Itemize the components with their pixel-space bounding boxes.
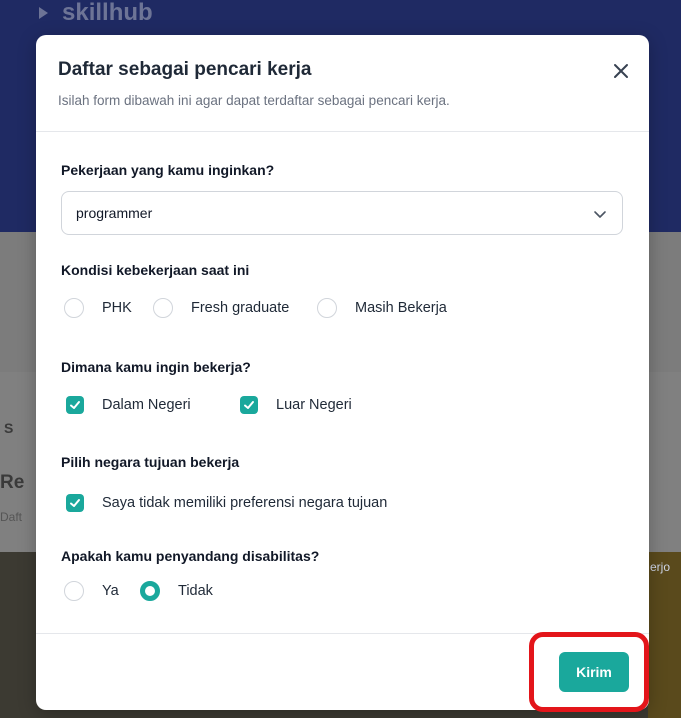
radio-button[interactable] <box>317 298 337 318</box>
job-label: Pekerjaan yang kamu inginkan? <box>61 162 275 178</box>
modal-subtitle: Isilah form dibawah ini agar dapat terda… <box>58 93 450 108</box>
check-icon <box>70 499 80 507</box>
job-select-value: programmer <box>76 205 153 221</box>
checkbox-label: Luar Negeri <box>276 397 352 413</box>
check-icon <box>244 401 254 409</box>
radio-label: Fresh graduate <box>191 300 290 316</box>
checkbox[interactable] <box>66 494 84 512</box>
radio-tidak[interactable]: Tidak <box>140 581 213 601</box>
highlight-box <box>529 632 649 712</box>
radio-label: Tidak <box>178 583 213 599</box>
job-select[interactable]: programmer <box>61 191 623 235</box>
radio-label: Ya <box>102 583 119 599</box>
modal-header: Daftar sebagai pencari kerja Isilah form… <box>36 35 649 132</box>
radio-ya[interactable]: Ya <box>64 581 119 601</box>
skillhub-logo: skillhub <box>36 0 153 26</box>
radio-button[interactable] <box>153 298 173 318</box>
radio-label: PHK <box>102 300 132 316</box>
bg-image-right <box>648 552 681 718</box>
radio-masih-bekerja[interactable]: Masih Bekerja <box>317 298 447 318</box>
checkbox-dalam-negeri[interactable]: Dalam Negeri <box>66 396 191 414</box>
logo-chevron-icon <box>39 7 48 19</box>
radio-button[interactable] <box>64 298 84 318</box>
radio-phk[interactable]: PHK <box>64 298 132 318</box>
chevron-down-icon <box>594 211 606 218</box>
radio-fresh-graduate[interactable]: Fresh graduate <box>153 298 289 318</box>
modal-title: Daftar sebagai pencari kerja <box>58 59 312 80</box>
checkbox-no-preference[interactable]: Saya tidak memiliki preferensi negara tu… <box>66 494 387 512</box>
radio-label: Masih Bekerja <box>355 300 447 316</box>
checkbox[interactable] <box>66 396 84 414</box>
checkbox-label: Saya tidak memiliki preferensi negara tu… <box>102 495 388 511</box>
logo-text: skillhub <box>62 0 153 26</box>
disability-label: Apakah kamu penyandang disabilitas? <box>61 548 320 564</box>
register-modal: Daftar sebagai pencari kerja Isilah form… <box>36 35 649 710</box>
bg-fragment: Re <box>0 472 25 493</box>
employment-label: Kondisi kebekerjaan saat ini <box>61 262 250 278</box>
bg-fragment: S <box>4 420 14 436</box>
close-icon[interactable] <box>609 59 633 83</box>
check-icon <box>70 401 80 409</box>
radio-button-selected[interactable] <box>140 581 160 601</box>
location-label: Dimana kamu ingin bekerja? <box>61 359 251 375</box>
country-label: Pilih negara tujuan bekerja <box>61 454 240 470</box>
checkbox-label: Dalam Negeri <box>102 397 191 413</box>
checkbox-luar-negeri[interactable]: Luar Negeri <box>240 396 352 414</box>
bg-fragment: Daft <box>0 510 23 524</box>
checkbox[interactable] <box>240 396 258 414</box>
radio-button[interactable] <box>64 581 84 601</box>
bg-fragment: erjo <box>650 560 671 574</box>
